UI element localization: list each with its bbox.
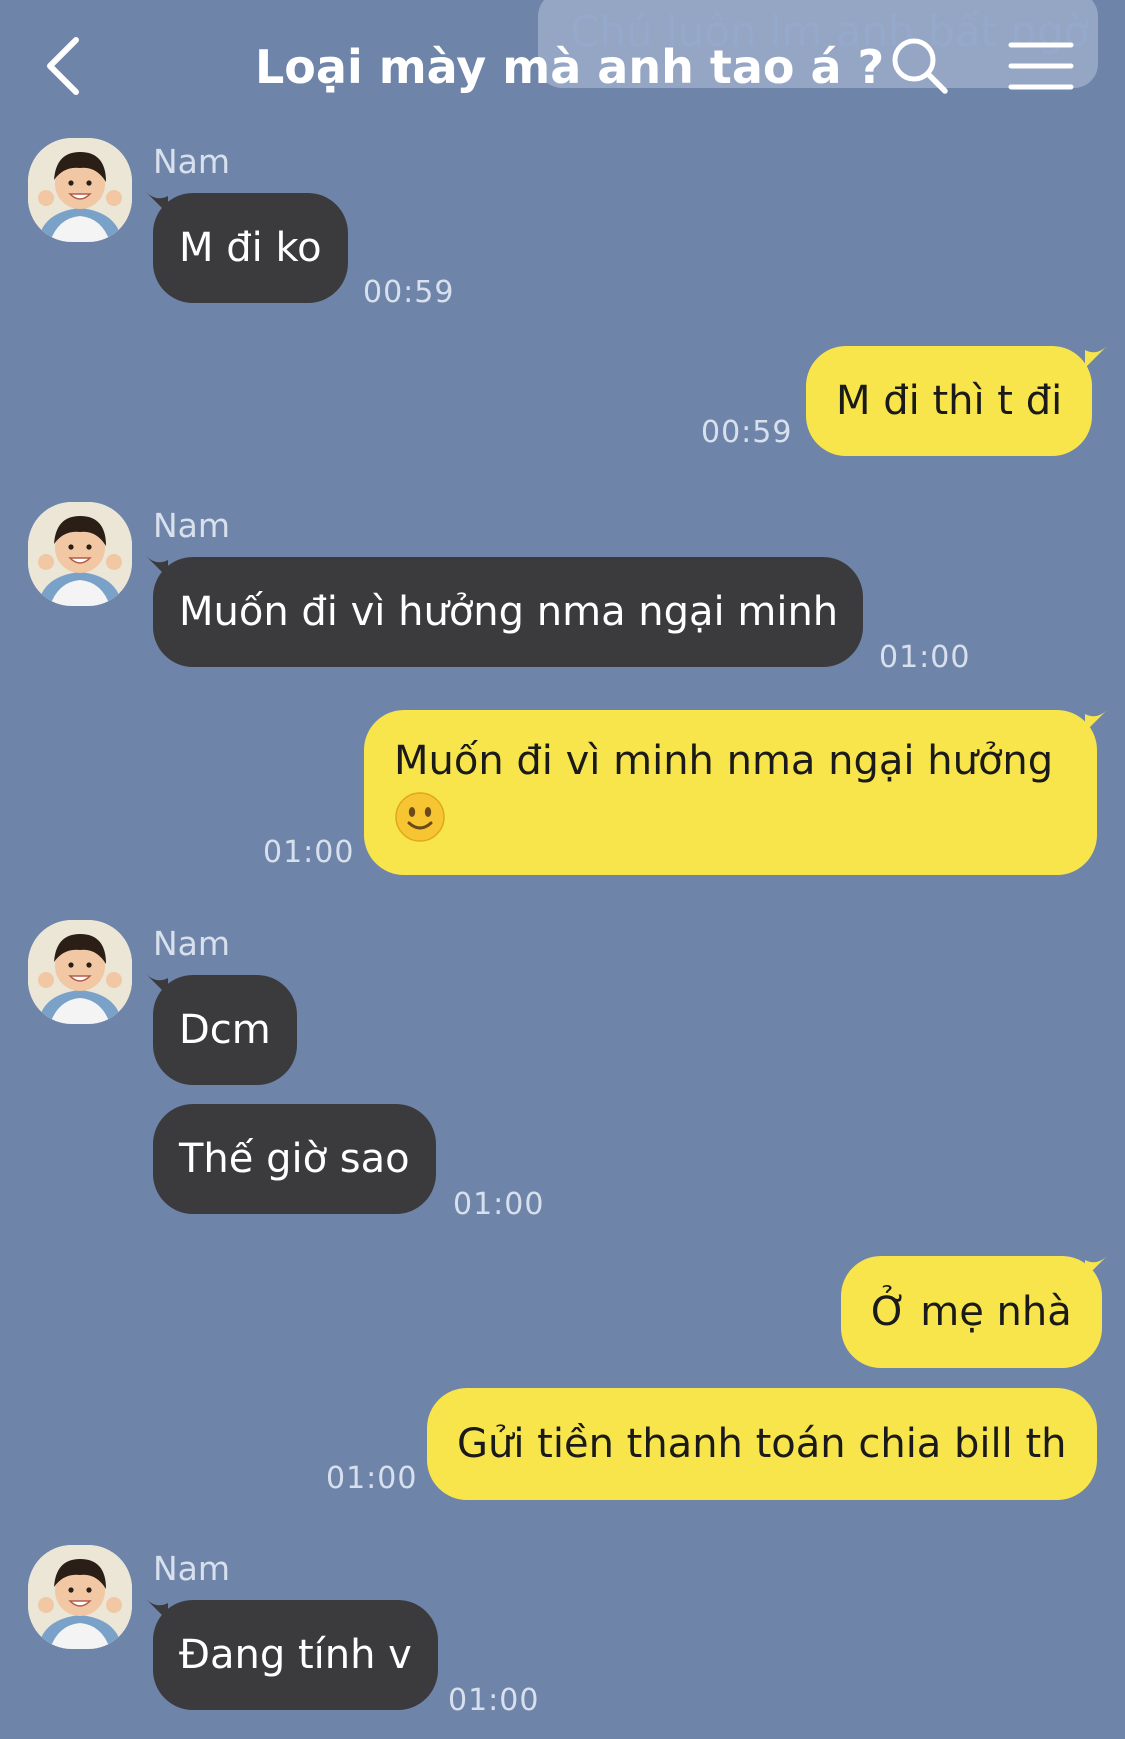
incoming-message-bubble[interactable]: Đang tính v [153, 1600, 438, 1710]
back-button[interactable] [40, 34, 90, 98]
search-icon [892, 38, 948, 94]
message-timestamp: 01:00 [326, 1461, 418, 1496]
chat-header: Chú luôn lm anh bất ngờ Loại mày mà anh … [0, 0, 1125, 135]
slightly-smiling-face-emoji [395, 792, 445, 842]
message-text: Gửi tiền thanh toán chia bill th [457, 1421, 1067, 1467]
avatar[interactable] [28, 502, 132, 606]
sender-name: Nam [153, 924, 231, 963]
outgoing-bubble-tail [1085, 346, 1107, 368]
incoming-message-bubble[interactable]: Dcm [153, 975, 297, 1085]
outgoing-message-bubble[interactable]: Ở mẹ nhà [841, 1256, 1102, 1368]
outgoing-bubble-tail [1085, 1256, 1107, 1278]
incoming-message-bubble[interactable]: Thế giờ sao [153, 1104, 436, 1214]
search-button[interactable] [890, 36, 950, 96]
avatar[interactable] [28, 1545, 132, 1649]
message-timestamp: 00:59 [701, 415, 793, 450]
message-text: Muốn đi vì hưởng nma ngại minh [179, 589, 839, 635]
message-text: Đang tính v [179, 1632, 412, 1678]
outgoing-bubble-tail [1085, 710, 1107, 732]
message-text: Dcm [179, 1007, 271, 1053]
outgoing-message-bubble[interactable]: Gửi tiền thanh toán chia bill th [427, 1388, 1097, 1500]
avatar-child-photo [28, 920, 132, 1024]
message-timestamp: 01:00 [263, 835, 355, 870]
outgoing-message-bubble[interactable]: M đi thì t đi [806, 346, 1093, 456]
message-text: Thế giờ sao [179, 1136, 410, 1182]
chat-title: Loại mày mà anh tao á ? [255, 40, 885, 94]
chevron-left-icon [47, 37, 79, 95]
avatar-child-photo [28, 502, 132, 606]
message-timestamp: 01:00 [879, 640, 971, 675]
incoming-message-bubble[interactable]: Muốn đi vì hưởng nma ngại minh [153, 557, 863, 667]
message-emoji-row [394, 788, 1067, 844]
sender-name: Nam [153, 506, 231, 545]
message-timestamp: 01:00 [453, 1187, 545, 1222]
message-timestamp: 00:59 [363, 275, 455, 310]
message-text: M đi ko [179, 225, 322, 271]
sender-name: Nam [153, 142, 231, 181]
message-text: M đi thì t đi [836, 378, 1063, 424]
avatar[interactable] [28, 920, 132, 1024]
avatar-child-photo [28, 138, 132, 242]
outgoing-message-bubble[interactable]: Muốn đi vì minh nma ngại hưởng [364, 710, 1097, 875]
avatar[interactable] [28, 138, 132, 242]
menu-button[interactable] [1008, 40, 1074, 92]
avatar-child-photo [28, 1545, 132, 1649]
message-text: Muốn đi vì minh nma ngại hưởng [394, 738, 1054, 784]
message-timestamp: 01:00 [448, 1683, 540, 1718]
sender-name: Nam [153, 1549, 231, 1588]
message-text: Ở mẹ nhà [871, 1289, 1072, 1335]
incoming-message-bubble[interactable]: M đi ko [153, 193, 348, 303]
hamburger-menu-icon [1008, 42, 1074, 90]
